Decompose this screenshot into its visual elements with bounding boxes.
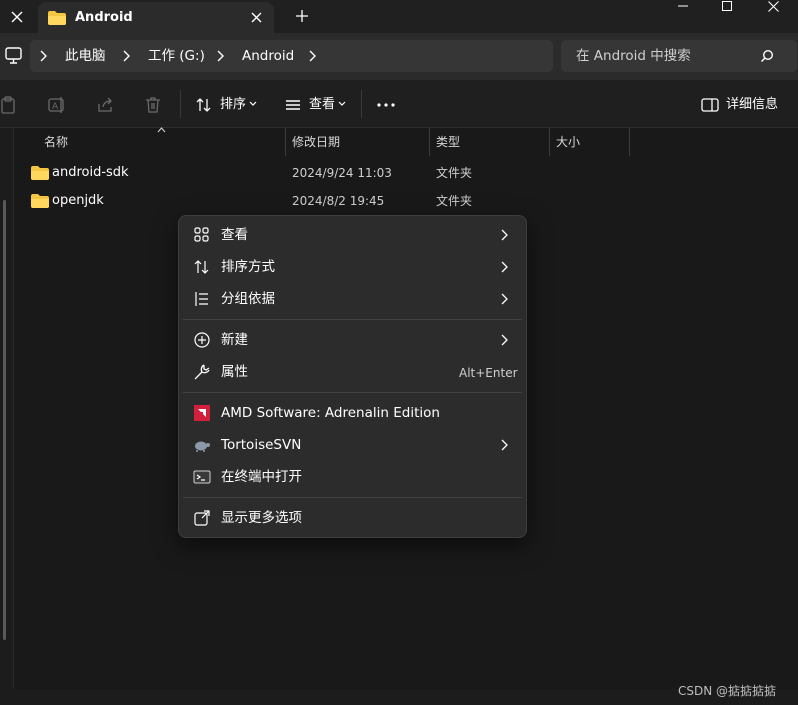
new-tab-button[interactable] [291,5,313,27]
breadcrumb-drive[interactable]: 工作 (G:) [148,47,205,65]
tab-title: Android [75,10,133,25]
amd-logo-icon [194,405,210,421]
chevron-right-icon[interactable] [38,49,48,63]
menu-item-label: AMD Software: Adrenalin Edition [221,405,440,421]
search-icon[interactable] [760,49,774,63]
file-type: 文件夹 [436,194,473,208]
tortoise-icon [195,441,210,452]
menu-item-label: 属性 [221,364,248,380]
menu-item-label: 排序方式 [221,259,275,275]
shortcut-hint: Alt+Enter [459,366,518,380]
grid-view-icon [194,227,209,242]
column-header-name[interactable]: 名称 [38,128,284,156]
toolbar-divider [180,90,181,118]
close-tab-button[interactable] [0,0,34,33]
file-modified: 2024/9/24 11:03 [292,166,392,180]
view-icon[interactable] [284,96,302,114]
menu-item-label: 分组依据 [221,291,275,307]
close-icon [11,11,23,22]
chevron-right-icon [501,439,508,451]
breadcrumb-android[interactable]: Android [242,47,294,65]
open-external-icon [194,510,210,526]
view-button-label[interactable]: 查看 [309,96,335,113]
maximize-button[interactable] [704,0,750,12]
chevron-right-icon [501,261,508,273]
details-pane-icon[interactable] [701,96,719,114]
close-window-button[interactable] [750,0,796,12]
chevron-right-icon[interactable] [307,49,317,63]
chevron-right-icon [501,334,508,346]
file-type: 文件夹 [436,166,473,180]
breadcrumb-this-pc[interactable]: 此电脑 [65,47,106,65]
menu-item-label: TortoiseSVN [221,437,302,453]
column-header-size[interactable]: 大小 [550,128,628,156]
sort-icon [194,260,209,274]
svg-text:A: A [52,102,59,112]
computer-icon[interactable] [2,47,24,65]
folder-icon [48,10,66,25]
chevron-down-icon[interactable] [249,101,257,107]
file-modified: 2024/8/2 19:45 [292,194,385,208]
folder-icon [31,166,49,180]
add-circle-icon [194,332,210,348]
watermark-text: CSDN @掂掂掂掂 [678,684,777,698]
chevron-down-icon[interactable] [338,101,346,107]
command-bar [0,80,798,128]
share-icon[interactable] [96,96,114,114]
column-header-type[interactable]: 类型 [430,128,548,156]
rename-icon[interactable]: A [48,96,66,114]
wrench-icon [194,364,210,380]
more-options-button[interactable] [375,96,397,114]
file-name[interactable]: openjdk [52,192,104,210]
chevron-right-icon[interactable] [121,49,131,63]
chevron-right-icon[interactable] [215,49,225,63]
close-icon [767,0,779,12]
column-divider[interactable] [629,128,630,156]
paste-icon[interactable] [0,96,18,114]
tab-android[interactable]: Android [38,2,274,33]
menu-separator [183,319,522,320]
group-list-icon [195,292,208,306]
sort-button-label[interactable]: 排序 [220,96,246,113]
toolbar-divider [361,90,362,118]
menu-item-label: 查看 [221,227,248,243]
chevron-right-icon [501,293,508,305]
menu-separator [183,392,522,393]
delete-icon[interactable] [144,96,162,114]
file-name[interactable]: android-sdk [52,164,129,182]
menu-separator [183,497,522,498]
details-button-label[interactable]: 详细信息 [726,96,778,113]
tab-close-button[interactable] [246,7,266,27]
maximize-icon [722,1,732,11]
column-header-modified[interactable]: 修改日期 [286,128,428,156]
close-icon [251,12,261,22]
menu-item-label: 显示更多选项 [221,510,302,526]
terminal-icon [193,470,211,484]
folder-icon [31,194,49,208]
nav-scrollbar[interactable] [3,200,6,640]
chevron-right-icon [501,229,508,241]
menu-item-label: 在终端中打开 [221,469,302,485]
plus-icon [296,10,308,22]
search-placeholder: 在 Android 中搜索 [576,48,691,64]
sort-icon[interactable] [195,96,213,114]
menu-item-label: 新建 [221,332,248,348]
minimize-icon [678,5,688,7]
minimize-button[interactable] [660,0,706,12]
more-icon [377,103,395,107]
